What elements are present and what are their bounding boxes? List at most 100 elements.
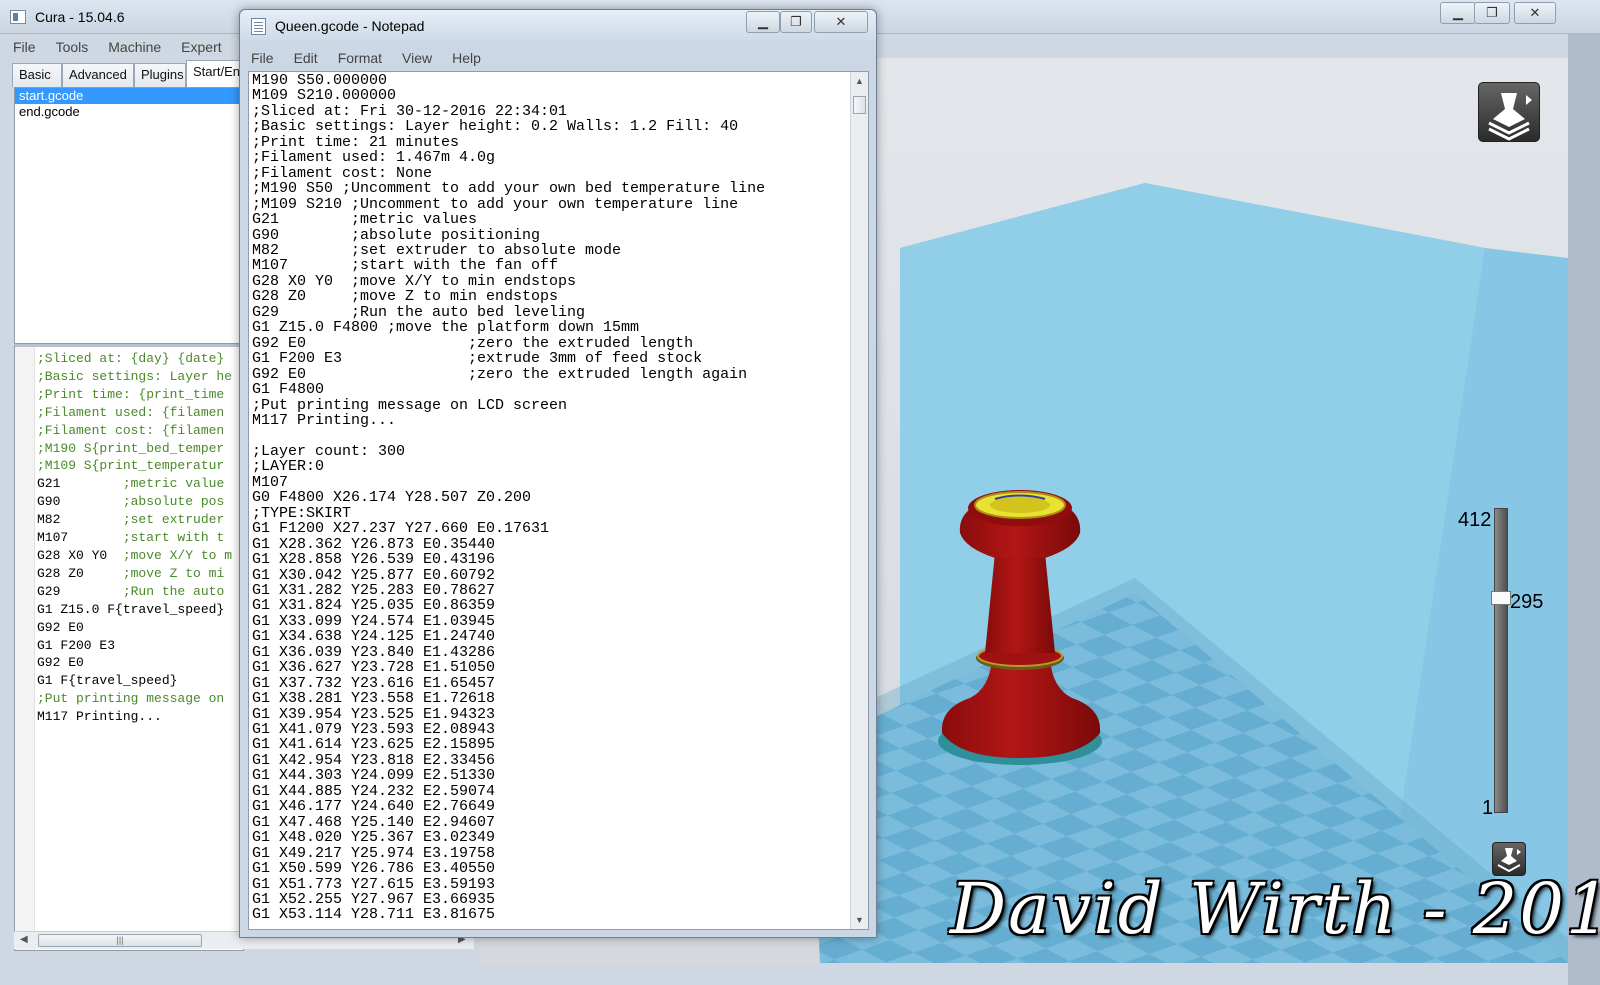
- tab-start-end[interactable]: Start/En: [186, 60, 246, 87]
- notepad-line: G1 X41.079 Y23.593 E2.08943: [252, 721, 496, 739]
- editor-line: ;Basic settings: Layer he: [37, 368, 233, 384]
- view-mode-button[interactable]: [1478, 82, 1540, 142]
- gcode-file-list: start.gcode end.gcode: [14, 87, 244, 344]
- editor-line: G92 E0: [37, 655, 84, 671]
- editor-line: ;Put printing message on: [37, 691, 225, 707]
- tab-advanced[interactable]: Advanced: [62, 63, 134, 87]
- layer-slider-thumb[interactable]: [1491, 591, 1511, 605]
- notepad-line: ;Basic settings: Layer height: 0.2 Walls…: [252, 118, 739, 136]
- cura-close-button[interactable]: ✕: [1514, 2, 1556, 24]
- menu-tools[interactable]: Tools: [53, 37, 92, 57]
- notepad-vertical-scrollbar[interactable]: ▲ ▼: [850, 72, 868, 929]
- menu-expert[interactable]: Expert: [178, 37, 224, 57]
- notepad-line: G1 X49.217 Y25.974 E3.19758: [252, 844, 496, 862]
- tab-plugins[interactable]: Plugins: [134, 63, 186, 87]
- notepad-line: ;M109 S210 ;Uncomment to add your own te…: [252, 195, 739, 213]
- notepad-line: G1 F4800: [252, 381, 325, 399]
- notepad-line: ;Put printing message on LCD screen: [252, 396, 568, 414]
- menu-file[interactable]: File: [10, 37, 39, 57]
- notepad-line: G1 X44.303 Y24.099 E2.51330: [252, 767, 496, 785]
- notepad-app-icon: [251, 18, 266, 35]
- np-menu-help[interactable]: Help: [449, 48, 484, 68]
- editor-line: G1 F200 E3: [37, 637, 116, 653]
- notepad-line: G92 E0 ;zero the extruded length again: [252, 365, 748, 383]
- editor-line: ;M190 S{print_bed_temper: [37, 440, 225, 456]
- np-menu-file[interactable]: File: [248, 48, 277, 68]
- editor-line: ;Filament used: {filamen: [37, 404, 225, 420]
- editor-line: ;M109 S{print_temperatur: [37, 458, 225, 474]
- cura-maximize-button[interactable]: ❐: [1474, 2, 1510, 24]
- scroll-up-icon[interactable]: ▲: [855, 76, 864, 86]
- gcode-editor[interactable]: ;Sliced at: {day} {date} ;Basic settings:…: [14, 344, 244, 951]
- notepad-line: G1 X36.039 Y23.840 E1.43286: [252, 643, 496, 661]
- notepad-line: G1 X37.732 Y23.616 E1.65457: [252, 674, 496, 692]
- notepad-line: G1 X36.627 Y23.728 E1.51050: [252, 659, 496, 677]
- notepad-line: G1 X48.020 Y25.367 E3.02349: [252, 829, 496, 847]
- notepad-maximize-button[interactable]: ❐: [780, 11, 812, 33]
- notepad-line: ;Filament cost: None: [252, 164, 433, 182]
- notepad-line: G1 F200 E3 ;extrude 3mm of feed stock: [252, 350, 703, 368]
- signature-watermark: David Wirth - 2017: [950, 868, 1600, 950]
- notepad-minimize-button[interactable]: ▁: [746, 11, 780, 33]
- notepad-line: M117 Printing...: [252, 411, 397, 429]
- notepad-line: G1 X31.824 Y25.035 E0.86359: [252, 597, 496, 615]
- editor-gutter: [15, 347, 35, 950]
- notepad-text: M190 S50.000000 M109 S210.000000 ;Sliced a…: [252, 73, 765, 923]
- notepad-line: ;Layer count: 300: [252, 442, 406, 460]
- notepad-line: G1 X34.638 Y24.125 E1.24740: [252, 628, 496, 646]
- notepad-line: G1 X31.282 Y25.283 E0.78627: [252, 581, 496, 599]
- notepad-line: G1 X33.099 Y24.574 E1.03945: [252, 612, 496, 630]
- file-start-gcode[interactable]: start.gcode: [15, 88, 243, 104]
- notepad-line: G1 X41.614 Y23.625 E2.15895: [252, 736, 496, 754]
- cura-minimize-button[interactable]: ▁: [1440, 2, 1476, 24]
- notepad-line: ;M190 S50 ;Uncomment to add your own bed…: [252, 180, 766, 198]
- editor-text: ;Sliced at: {day} {date} ;Basic settings:…: [37, 350, 232, 726]
- editor-line: G28 X0 Y0 ;move X/Y to m: [37, 547, 233, 563]
- notepad-line: G1 X50.599 Y26.786 E3.40550: [252, 860, 496, 878]
- notepad-line: G1 F1200 X27.237 Y27.660 E0.17631: [252, 520, 550, 538]
- scroll-thumb[interactable]: |||: [38, 934, 202, 947]
- notepad-scroll-thumb[interactable]: [853, 96, 866, 114]
- editor-line: G21 ;metric value: [37, 476, 225, 492]
- editor-line: M117 Printing...: [37, 709, 162, 725]
- scroll-down-icon[interactable]: ▼: [855, 915, 864, 925]
- tab-basic[interactable]: Basic: [12, 63, 62, 87]
- notepad-text-area[interactable]: M190 S50.000000 M109 S210.000000 ;Sliced a…: [248, 71, 869, 930]
- editor-line: G29 ;Run the auto: [37, 583, 225, 599]
- editor-line: G1 F{travel_speed}: [37, 673, 178, 689]
- notepad-line: G28 Z0 ;move Z to min endstops: [252, 288, 559, 306]
- layers-view-icon: [1488, 93, 1532, 141]
- layer-slider[interactable]: [1494, 508, 1508, 813]
- file-end-gcode[interactable]: end.gcode: [15, 104, 243, 120]
- viewport-right-frame: [1568, 34, 1600, 985]
- editor-line: G28 Z0 ;move Z to mi: [37, 565, 225, 581]
- notepad-line: G1 X38.281 Y23.558 E1.72618: [252, 690, 496, 708]
- layer-max-label: 412: [1458, 509, 1492, 531]
- notepad-line: G1 X53.114 Y28.711 E3.81675: [252, 906, 496, 924]
- notepad-line: ;Sliced at: Fri 30-12-2016 22:34:01: [252, 102, 568, 120]
- notepad-close-button[interactable]: ✕: [814, 11, 868, 33]
- notepad-line: G21 ;metric values: [252, 211, 478, 229]
- notepad-title-bar: Queen.gcode - Notepad ▁ ❐ ✕: [240, 10, 876, 40]
- notepad-line: M107: [252, 473, 289, 491]
- notepad-line: G1 X47.468 Y25.140 E2.94607: [252, 813, 496, 831]
- notepad-line: ;LAYER:0: [252, 458, 325, 476]
- notepad-line: G90 ;absolute positioning: [252, 226, 541, 244]
- editor-line: G90 ;absolute pos: [37, 494, 225, 510]
- notepad-line: [252, 428, 765, 443]
- notepad-line: M109 S210.000000: [252, 87, 397, 105]
- notepad-line: G1 X51.773 Y27.615 E3.59193: [252, 875, 496, 893]
- np-menu-view[interactable]: View: [399, 48, 435, 68]
- editor-line: ;Sliced at: {day} {date}: [37, 351, 225, 366]
- scroll-left-icon[interactable]: ◀: [20, 934, 28, 945]
- menu-machine[interactable]: Machine: [105, 37, 164, 57]
- notepad-line: G1 X39.954 Y23.525 E1.94323: [252, 705, 496, 723]
- np-menu-format[interactable]: Format: [335, 48, 385, 68]
- notepad-menubar: File Edit Format View Help: [248, 48, 498, 70]
- np-menu-edit[interactable]: Edit: [291, 48, 321, 68]
- editor-line: G92 E0: [37, 619, 84, 635]
- editor-line: ;Filament cost: {filamen: [37, 422, 225, 438]
- notepad-line: ;Filament used: 1.467m 4.0g: [252, 149, 496, 167]
- notepad-line: G92 E0 ;zero the extruded length: [252, 334, 694, 352]
- editor-line: G1 Z15.0 F{travel_speed}: [37, 601, 225, 617]
